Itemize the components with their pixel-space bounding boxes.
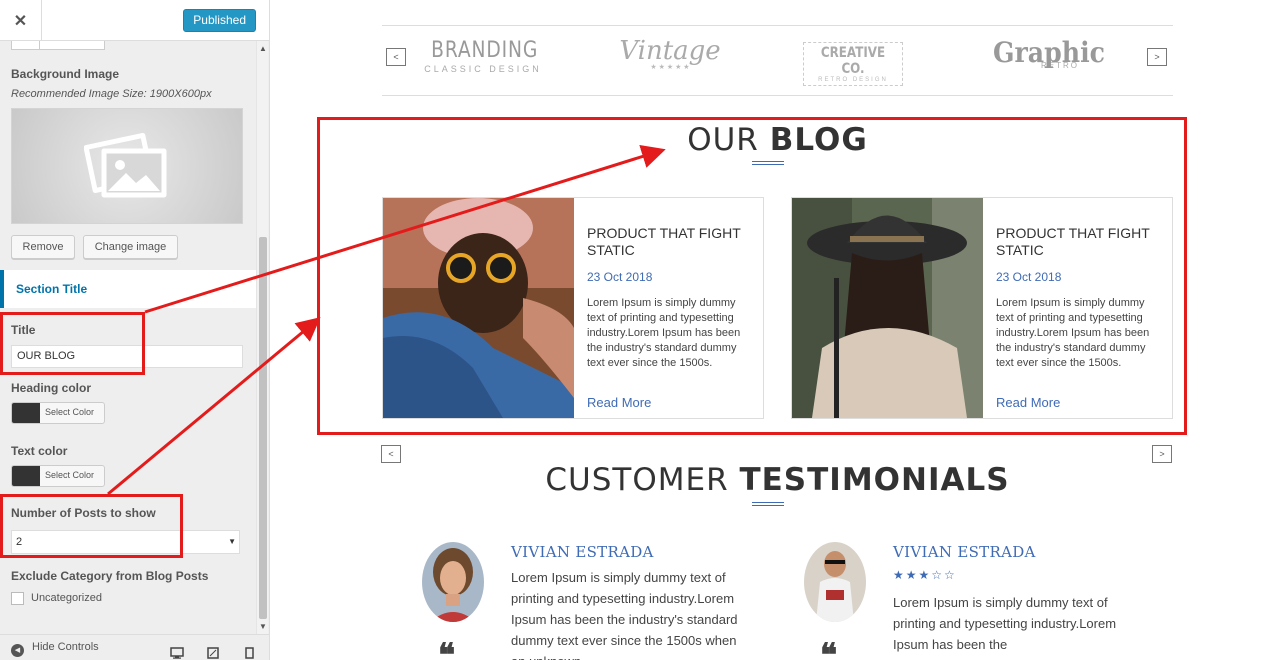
section-title-text: Section Title [16, 282, 88, 296]
logos-next-arrow-icon[interactable]: > [1147, 48, 1167, 66]
logo-sub-text: RETRO DESIGN [818, 77, 888, 83]
hide-controls-button[interactable]: ◀ Hide Controls [11, 641, 99, 657]
mobile-preview-icon[interactable] [245, 647, 254, 659]
scroll-down-icon[interactable]: ▼ [259, 622, 267, 631]
testimonials-heading-light: CUSTOMER [545, 462, 740, 498]
background-image-preview[interactable] [11, 108, 243, 224]
uncategorized-checkbox[interactable] [11, 592, 24, 605]
posts-count-label: Number of Posts to show [11, 506, 156, 520]
read-more-link[interactable]: Read More [587, 395, 651, 410]
testimonial-text: Lorem Ipsum is simply dummy text of prin… [511, 570, 738, 660]
uncategorized-label: Uncategorized [31, 592, 102, 604]
client-logo-vintage: Vintage ★ ★ ★ ★ ★ [615, 36, 725, 71]
sidebar-controls: Background Image Recommended Image Size:… [0, 41, 256, 634]
select-color-label: Select Color [45, 470, 95, 480]
testimonials-heading: CUSTOMER TESTIMONIALS [382, 462, 1173, 498]
blog-post-image[interactable] [792, 198, 983, 418]
blog-post-title[interactable]: PRODUCT THAT FIGHT STATIC [587, 225, 757, 259]
blog-prev-arrow-icon[interactable]: < [381, 445, 401, 463]
blog-post-image[interactable] [383, 198, 574, 418]
blog-post-date: 23 Oct 2018 [587, 270, 653, 284]
remove-image-button[interactable]: Remove [11, 235, 75, 259]
text-color-swatch [12, 466, 40, 486]
customizer-sidebar: ✕ Published Background Image Recommended… [0, 0, 270, 660]
testimonial-text: Lorem Ipsum is simply dummy text of prin… [893, 595, 1117, 652]
posts-count-select[interactable]: 2 ▼ [11, 530, 240, 554]
previous-control-field[interactable] [11, 41, 105, 50]
sidebar-footer: ◀ Hide Controls [0, 634, 269, 660]
collapse-icon: ◀ [11, 644, 24, 657]
desktop-preview-icon[interactable] [170, 647, 184, 659]
blog-post-card: PRODUCT THAT FIGHT STATIC 23 Oct 2018 Lo… [382, 197, 764, 419]
change-image-button[interactable]: Change image [83, 235, 178, 259]
scrollbar-thumb[interactable] [259, 237, 267, 619]
testimonial-name: VIVIAN ESTRADA [893, 543, 1036, 561]
blog-next-arrow-icon[interactable]: > [1152, 445, 1172, 463]
title-input[interactable]: OUR BLOG [11, 345, 243, 368]
select-color-label: Select Color [45, 407, 95, 417]
read-more-link[interactable]: Read More [996, 395, 1060, 410]
logo-strip-top-border [382, 25, 1173, 26]
blog-post-excerpt: Lorem Ipsum is simply dummy text of prin… [996, 297, 1150, 369]
client-logo-graphic: Graphic RETRO [988, 36, 1105, 70]
blog-post-card: PRODUCT THAT FIGHT STATIC 23 Oct 2018 Lo… [791, 197, 1173, 419]
close-icon[interactable]: ✕ [0, 0, 42, 41]
sidebar-scrollbar[interactable]: ▲ ▼ [256, 41, 268, 634]
blog-post-title[interactable]: PRODUCT THAT FIGHT STATIC [996, 225, 1166, 259]
section-title-header: Section Title [0, 270, 256, 308]
logo-strip-bottom-border [382, 95, 1173, 96]
sidebar-header: ✕ Published [0, 0, 269, 41]
exclude-category-label: Exclude Category from Blog Posts [11, 569, 209, 583]
quote-icon: ❝ [820, 636, 838, 660]
testimonial-avatar [422, 542, 484, 622]
background-image-label: Background Image [11, 67, 120, 81]
hide-controls-label: Hide Controls [32, 641, 99, 653]
testimonial-avatar [804, 542, 866, 622]
testimonial-rating-stars: ★★★☆☆ [893, 568, 957, 582]
blog-post-date: 23 Oct 2018 [996, 270, 1062, 284]
heading-color-label: Heading color [11, 381, 92, 395]
testimonials-heading-bold: TESTIMONIALS [739, 462, 1010, 498]
logo-main-text: Vintage [619, 36, 721, 66]
title-label: Title [11, 323, 36, 337]
site-preview: < > BRANDING CLASSIC DESIGN Vintage ★ ★ … [270, 0, 1284, 660]
text-color-label: Text color [11, 444, 68, 458]
background-image-hint: Recommended Image Size: 1900X600px [11, 88, 212, 100]
heading-color-swatch [12, 403, 40, 423]
logo-main-text: BRANDING [431, 38, 539, 63]
publish-button[interactable]: Published [183, 9, 256, 32]
blog-heading-underline [752, 161, 784, 165]
scroll-up-icon[interactable]: ▲ [259, 44, 267, 53]
text-color-picker[interactable]: Select Color [11, 465, 105, 487]
logo-sub-text: CLASSIC DESIGN [424, 64, 542, 74]
tablet-preview-icon[interactable] [207, 647, 219, 659]
heading-color-picker[interactable]: Select Color [11, 402, 105, 424]
image-placeholder-icon [84, 132, 167, 198]
dropdown-arrow-icon: ▼ [228, 537, 236, 546]
customizer-screen: ✕ Published Background Image Recommended… [0, 0, 1284, 660]
posts-count-value: 2 [16, 536, 23, 548]
client-logo-creative: CREATIVE CO. RETRO DESIGN [803, 42, 903, 86]
logos-prev-arrow-icon[interactable]: < [386, 48, 406, 66]
blog-heading-light: OUR [687, 122, 770, 158]
quote-icon: ❝ [438, 636, 456, 660]
testimonial-name: VIVIAN ESTRADA [511, 543, 654, 561]
logo-main-text: Graphic [993, 36, 1105, 69]
blog-heading-bold: BLOG [769, 122, 868, 158]
blog-post-excerpt: Lorem Ipsum is simply dummy text of prin… [587, 297, 741, 369]
blog-section-heading: OUR BLOG [382, 122, 1173, 158]
logo-main-text: CREATIVE CO. [820, 45, 886, 77]
client-logo-branding: BRANDING CLASSIC DESIGN [422, 38, 544, 74]
testimonials-heading-underline [752, 502, 784, 506]
